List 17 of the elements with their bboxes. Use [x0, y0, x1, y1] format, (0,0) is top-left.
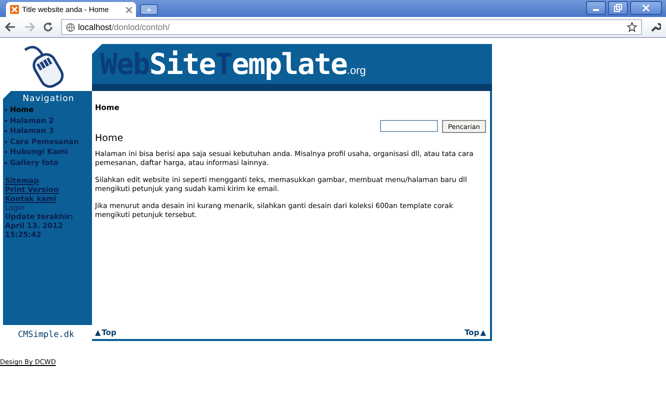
globe-icon	[66, 22, 75, 32]
reload-icon[interactable]	[43, 22, 53, 32]
close-icon	[642, 4, 650, 12]
minimize-button[interactable]	[586, 1, 606, 15]
back-icon[interactable]	[5, 22, 16, 32]
address-bar[interactable]: localhost/donlod/contoh/	[61, 19, 642, 35]
new-tab-button[interactable]: +	[140, 4, 158, 15]
star-icon[interactable]	[627, 22, 637, 32]
navigation-heading: Navigation	[22, 94, 76, 104]
page-heading: Home	[95, 133, 124, 144]
close-button[interactable]	[630, 1, 662, 15]
restore-button[interactable]	[608, 1, 628, 15]
search-field[interactable]	[380, 120, 438, 132]
restore-icon	[614, 4, 622, 12]
close-icon[interactable]	[126, 6, 132, 12]
app-icon	[10, 5, 19, 14]
powered-by-text: CMSimple.dk	[16, 329, 76, 342]
